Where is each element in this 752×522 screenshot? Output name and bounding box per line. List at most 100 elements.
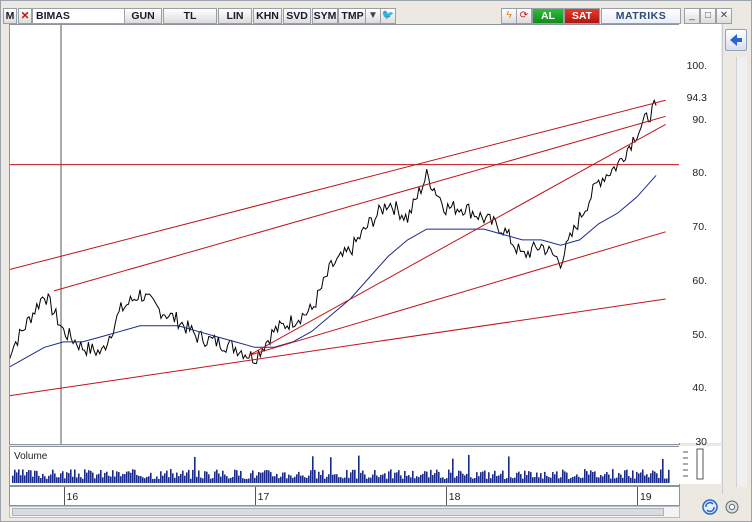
volume-bar bbox=[380, 474, 382, 483]
volume-bar bbox=[556, 471, 558, 483]
volume-bar bbox=[116, 471, 118, 483]
khn-button[interactable]: KHN bbox=[253, 8, 282, 24]
volume-bar bbox=[400, 475, 402, 483]
volume-bar bbox=[212, 478, 214, 483]
volume-bar bbox=[130, 472, 132, 483]
volume-bar bbox=[494, 470, 496, 483]
volume-bar bbox=[26, 472, 28, 483]
volume-bar bbox=[622, 477, 624, 483]
volume-bar bbox=[460, 471, 462, 483]
volume-bar bbox=[462, 473, 464, 483]
volume-bar bbox=[474, 477, 476, 483]
volume-bar bbox=[518, 471, 520, 483]
currency-button[interactable]: TL bbox=[163, 8, 217, 24]
y-tick-label: 100. bbox=[686, 59, 707, 72]
volume-bar bbox=[312, 456, 314, 483]
volume-bar bbox=[172, 473, 174, 483]
volume-bar bbox=[222, 470, 224, 483]
volume-bar bbox=[480, 472, 482, 483]
sell-button[interactable]: SAT bbox=[564, 8, 600, 24]
volume-bar bbox=[612, 469, 614, 483]
vertical-scrollbar[interactable] bbox=[736, 57, 747, 487]
period-button[interactable]: GUN bbox=[124, 8, 162, 24]
volume-bar bbox=[210, 478, 212, 483]
volume-bar bbox=[540, 473, 542, 483]
volume-bar bbox=[510, 477, 512, 483]
y-tick-label: 40. bbox=[692, 382, 707, 395]
volume-bar bbox=[526, 475, 528, 483]
horizontal-scrollbar[interactable] bbox=[9, 506, 680, 518]
lightning-icon[interactable]: ϟ bbox=[501, 8, 517, 24]
volume-bar bbox=[272, 476, 274, 483]
sym-button[interactable]: SYM bbox=[312, 8, 338, 24]
volume-bar bbox=[432, 475, 434, 483]
x-tick-label: 16 bbox=[66, 491, 79, 503]
volume-bar bbox=[322, 470, 324, 483]
volume-bar bbox=[652, 470, 654, 483]
volume-bar bbox=[360, 472, 362, 483]
volume-panel[interactable]: Volume bbox=[9, 446, 680, 486]
back-arrow-button[interactable] bbox=[725, 29, 747, 51]
volume-bar bbox=[36, 470, 38, 483]
refresh-small-icon[interactable]: ⟳ bbox=[516, 8, 532, 24]
svd-button[interactable]: SVD bbox=[283, 8, 311, 24]
volume-bar bbox=[514, 477, 516, 483]
settings-button[interactable] bbox=[723, 498, 741, 516]
moving-average-line bbox=[5, 175, 657, 370]
volume-bar bbox=[406, 475, 408, 483]
volume-bar bbox=[430, 469, 432, 483]
scrollbar-thumb[interactable] bbox=[12, 508, 664, 516]
volume-bar bbox=[478, 476, 480, 483]
volume-bar bbox=[180, 473, 182, 483]
volume-bar bbox=[502, 470, 504, 483]
volume-bar bbox=[132, 469, 134, 483]
volume-bar bbox=[376, 475, 378, 483]
volume-bar bbox=[620, 474, 622, 483]
volume-bar bbox=[92, 472, 94, 483]
price-chart[interactable] bbox=[5, 25, 679, 444]
volume-bar bbox=[424, 471, 426, 483]
refresh-button[interactable] bbox=[701, 498, 719, 516]
volume-bar bbox=[548, 476, 550, 483]
volume-bar bbox=[552, 472, 554, 483]
volume-bar bbox=[196, 476, 198, 483]
close-chart-icon[interactable]: ✕ bbox=[18, 8, 32, 24]
volume-bar bbox=[604, 474, 606, 483]
volume-bar bbox=[416, 476, 418, 483]
maximize-icon[interactable]: □ bbox=[700, 8, 716, 24]
volume-bar bbox=[276, 473, 278, 483]
volume-bar bbox=[398, 470, 400, 483]
volume-bar bbox=[12, 475, 14, 483]
volume-bar bbox=[572, 476, 574, 483]
volume-bar bbox=[258, 472, 260, 483]
dropdown-arrow-icon[interactable]: ▼ bbox=[365, 8, 381, 24]
symbol-input[interactable]: BIMAS bbox=[32, 8, 125, 24]
volume-bar bbox=[616, 477, 618, 483]
trend-line bbox=[53, 115, 666, 292]
volume-bar bbox=[634, 478, 636, 483]
volume-bar bbox=[112, 470, 114, 483]
volume-bar bbox=[352, 469, 354, 483]
volume-bar bbox=[332, 474, 334, 483]
trend-line bbox=[248, 123, 666, 356]
volume-bar bbox=[16, 472, 18, 483]
buy-button[interactable]: AL bbox=[532, 8, 564, 24]
price-chart-panel[interactable] bbox=[5, 24, 680, 445]
volume-bar bbox=[126, 471, 128, 483]
volume-bar bbox=[110, 476, 112, 483]
twitter-bird-icon[interactable]: 🐦 bbox=[380, 8, 396, 24]
volume-bar bbox=[302, 475, 304, 483]
volume-bar bbox=[14, 469, 16, 483]
volume-bar bbox=[484, 470, 486, 483]
minimize-icon[interactable]: _ bbox=[684, 8, 700, 24]
close-icon[interactable]: ✕ bbox=[716, 8, 732, 24]
volume-bar bbox=[134, 469, 136, 483]
scale-button[interactable]: LIN bbox=[218, 8, 252, 24]
volume-bar bbox=[498, 475, 500, 483]
volume-bar bbox=[338, 477, 340, 483]
volume-bar bbox=[256, 475, 258, 483]
volume-bar bbox=[630, 477, 632, 483]
tmp-button[interactable]: TMP bbox=[338, 8, 367, 24]
menu-button[interactable]: M bbox=[3, 8, 17, 24]
volume-bar bbox=[142, 477, 144, 483]
